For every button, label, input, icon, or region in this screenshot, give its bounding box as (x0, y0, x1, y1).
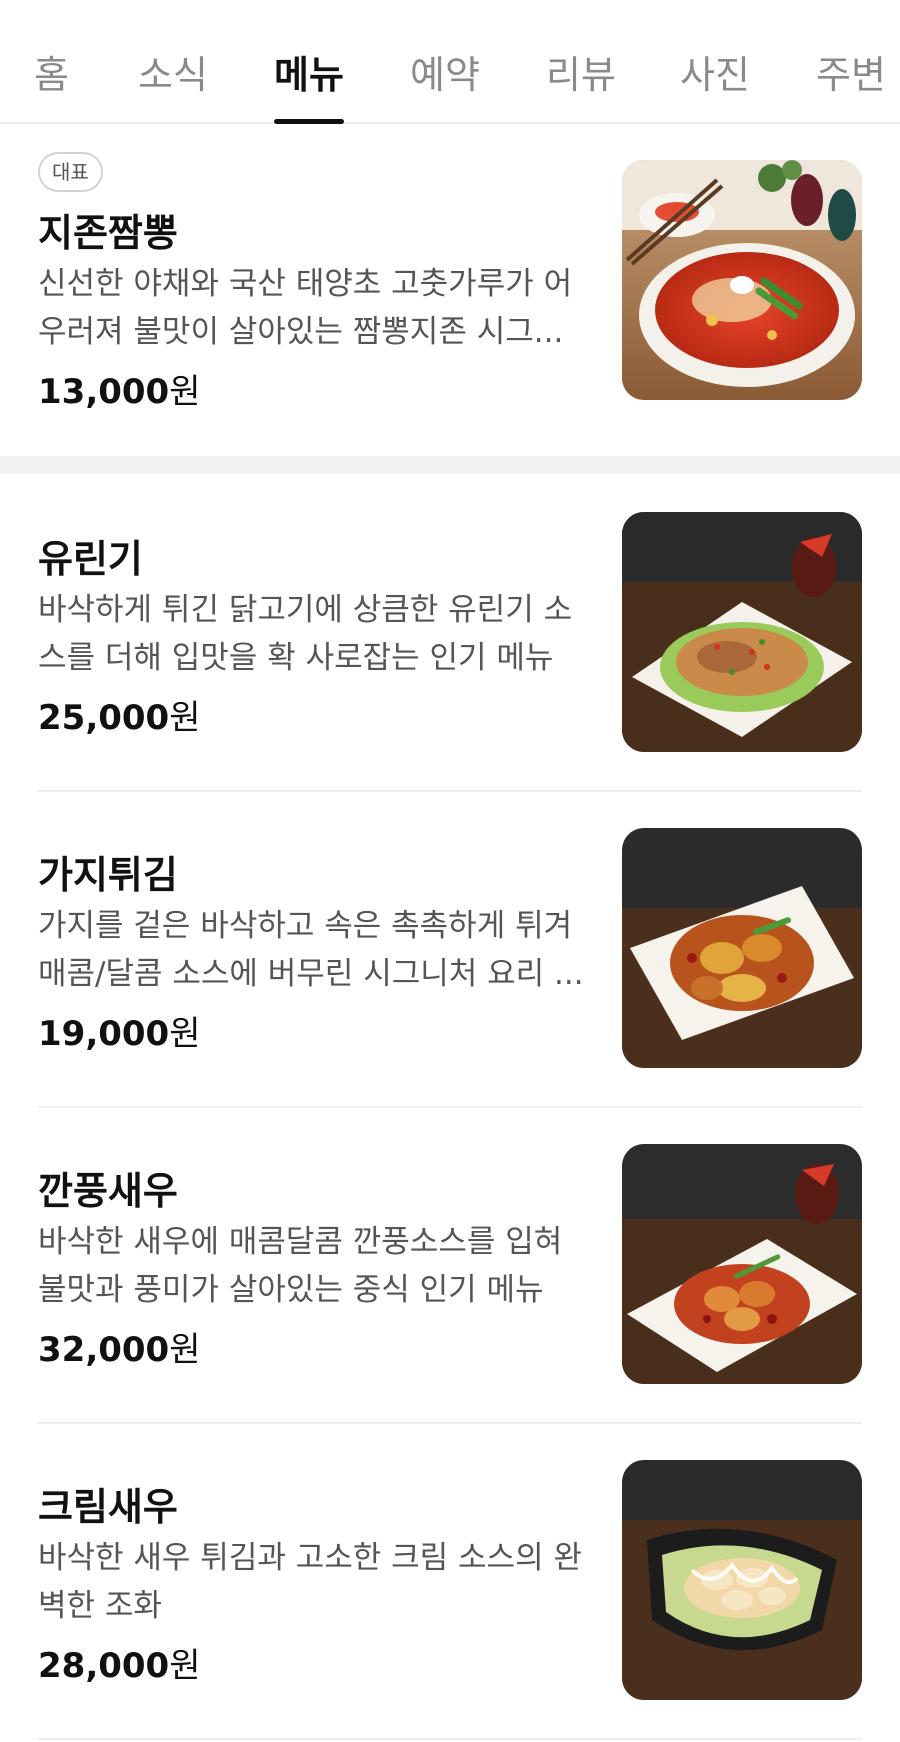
menu-item-price: 19,000원 (38, 1014, 201, 1054)
menu-item-photo[interactable] (622, 512, 862, 752)
tab-bar: 홈 소식 메뉴 예약 리뷰 사진 주변 (0, 0, 900, 124)
menu-item-price: 13,000원 (38, 372, 201, 412)
section-separator (0, 456, 900, 474)
tab-label: 소식 (138, 53, 208, 97)
tab-photos[interactable]: 사진 (680, 44, 750, 124)
fried-eggplant-dish-image (622, 828, 862, 1068)
item-divider (38, 790, 862, 792)
tab-home[interactable]: 홈 (34, 44, 69, 124)
tab-label: 예약 (410, 53, 480, 97)
tab-menu[interactable]: 메뉴 (274, 44, 344, 124)
menu-item-name: 가지튀김 (38, 853, 178, 897)
tab-label: 리뷰 (546, 53, 616, 97)
menu-item-photo[interactable] (622, 828, 862, 1068)
menu-item-name: 지존짬뽕 (38, 211, 178, 255)
cream-shrimp-dish-image (622, 1460, 862, 1700)
menu-item-price: 32,000원 (38, 1330, 201, 1370)
menu-item-price: 25,000원 (38, 698, 201, 738)
menu-item[interactable]: 대표 지존짬뽕 신선한 야채와 국산 태양초 고춧가루가 어우러져 불맛이 살아… (0, 152, 900, 416)
menu-item-description: 가지를 겉은 바삭하고 속은 촉촉하게 튀겨 매콤/달콤 소스에 버무린 시그니… (38, 908, 584, 992)
tab-label: 메뉴 (274, 53, 344, 97)
menu-item-price: 28,000원 (38, 1646, 201, 1686)
menu-item[interactable]: 가지튀김 가지를 겉은 바삭하고 속은 촉촉하게 튀겨 매콤/달콤 소스에 버무… (0, 828, 900, 1068)
menu-item-photo[interactable] (622, 1460, 862, 1700)
item-divider (38, 1106, 862, 1108)
active-tab-indicator (274, 119, 344, 124)
tab-reviews[interactable]: 리뷰 (546, 44, 616, 124)
item-divider (38, 1422, 862, 1424)
menu-item-name: 유린기 (38, 537, 143, 581)
menu-item-description: 신선한 야채와 국산 태양초 고춧가루가 어우러져 불맛이 살아있는 짬뽕지존 … (38, 266, 573, 350)
tab-label: 주변 (816, 53, 886, 97)
tab-news[interactable]: 소식 (138, 44, 208, 124)
menu-item-name: 깐풍새우 (38, 1169, 178, 1213)
menu-item-photo[interactable] (622, 160, 862, 400)
menu-item[interactable]: 유린기 바삭하게 튀긴 닭고기에 상큼한 유린기 소스를 더해 입맛을 확 사로… (0, 512, 900, 752)
jjamppong-dish-image (622, 160, 862, 400)
menu-item-name: 크림새우 (38, 1485, 178, 1529)
menu-item-description: 바삭한 새우에 매콤달콤 깐풍소스를 입혀 불맛과 풍미가 살아있는 중식 인기… (38, 1224, 563, 1308)
menu-item-description: 바삭한 새우 튀김과 고소한 크림 소스의 완벽한 조화 (38, 1540, 582, 1624)
tab-nearby[interactable]: 주변 (816, 44, 886, 124)
menu-item-description: 바삭하게 튀긴 닭고기에 상큼한 유린기 소스를 더해 입맛을 확 사로잡는 인… (38, 592, 573, 676)
featured-badge: 대표 (38, 152, 103, 192)
tab-reservation[interactable]: 예약 (410, 44, 480, 124)
item-divider (38, 1738, 862, 1740)
yuringi-dish-image (622, 512, 862, 752)
tab-label: 홈 (34, 53, 69, 97)
menu-item-photo[interactable] (622, 1144, 862, 1384)
tab-label: 사진 (680, 53, 750, 97)
kkanpung-shrimp-dish-image (622, 1144, 862, 1384)
menu-item[interactable]: 크림새우 바삭한 새우 튀김과 고소한 크림 소스의 완벽한 조화 28,000… (0, 1460, 900, 1700)
menu-item[interactable]: 깐풍새우 바삭한 새우에 매콤달콤 깐풍소스를 입혀 불맛과 풍미가 살아있는 … (0, 1144, 900, 1384)
